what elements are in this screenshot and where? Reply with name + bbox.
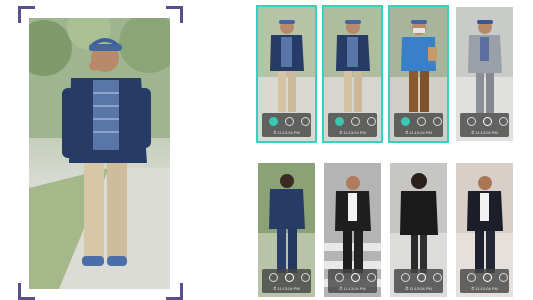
query-photo [29, 18, 170, 289]
card-toolbar: ⏱ 11:13:04 PM [394, 269, 443, 293]
card-toolbar: ⏱ 11:13:04 PM [460, 269, 509, 293]
compare-icon[interactable] [483, 273, 492, 282]
check-icon[interactable] [335, 273, 344, 282]
info-icon[interactable] [433, 117, 442, 126]
compare-icon[interactable] [351, 117, 360, 126]
info-icon[interactable] [499, 117, 508, 126]
card-toolbar: ⏱ 11:13:04 PM [394, 113, 443, 137]
result-card[interactable]: ⏱ 11:13:04 PM [456, 163, 513, 297]
info-icon[interactable] [433, 273, 442, 282]
result-card[interactable]: ⏱ 11:13:04 PM [324, 7, 381, 141]
check-icon[interactable] [467, 273, 476, 282]
result-card[interactable]: ⏱ 11:13:04 PM [390, 7, 447, 141]
timestamp: ⏱ 11:13:04 PM [339, 130, 366, 135]
compare-icon[interactable] [285, 117, 294, 126]
check-icon[interactable] [269, 273, 278, 282]
compare-icon[interactable] [351, 273, 360, 282]
timestamp: ⏱ 11:13:04 PM [405, 286, 432, 291]
compare-icon[interactable] [285, 273, 294, 282]
timestamp: ⏱ 11:13:04 PM [339, 286, 366, 291]
card-toolbar: ⏱ 11:13:04 PM [262, 113, 311, 137]
timestamp: ⏱ 11:13:04 PM [273, 130, 300, 135]
timestamp: ⏱ 11:13:04 PM [471, 286, 498, 291]
info-icon[interactable] [301, 117, 310, 126]
card-toolbar: ⏱ 11:13:04 PM [262, 269, 311, 293]
timestamp: ⏱ 11:13:04 PM [405, 130, 432, 135]
compare-icon[interactable] [417, 117, 426, 126]
check-icon[interactable] [401, 273, 410, 282]
card-toolbar: ⏱ 11:13:04 PM [328, 113, 377, 137]
card-toolbar: ⏱ 11:13:04 PM [328, 269, 377, 293]
compare-icon[interactable] [483, 117, 492, 126]
result-card[interactable]: ⏱ 11:13:04 PM [258, 163, 315, 297]
timestamp: ⏱ 11:13:04 PM [471, 130, 498, 135]
check-icon[interactable] [401, 117, 410, 126]
info-icon[interactable] [367, 273, 376, 282]
info-icon[interactable] [499, 273, 508, 282]
compare-icon[interactable] [417, 273, 426, 282]
timestamp: ⏱ 11:13:04 PM [273, 286, 300, 291]
check-icon[interactable] [269, 117, 278, 126]
info-icon[interactable] [301, 273, 310, 282]
check-icon[interactable] [335, 117, 344, 126]
result-card[interactable]: ⏱ 11:13:04 PM [456, 7, 513, 141]
result-card[interactable]: ⏱ 11:13:04 PM [324, 163, 381, 297]
info-icon[interactable] [367, 117, 376, 126]
card-toolbar: ⏱ 11:13:04 PM [460, 113, 509, 137]
result-card[interactable]: ⏱ 11:13:04 PM [390, 163, 447, 297]
result-card[interactable]: ⏱ 11:13:04 PM [258, 7, 315, 141]
check-icon[interactable] [467, 117, 476, 126]
